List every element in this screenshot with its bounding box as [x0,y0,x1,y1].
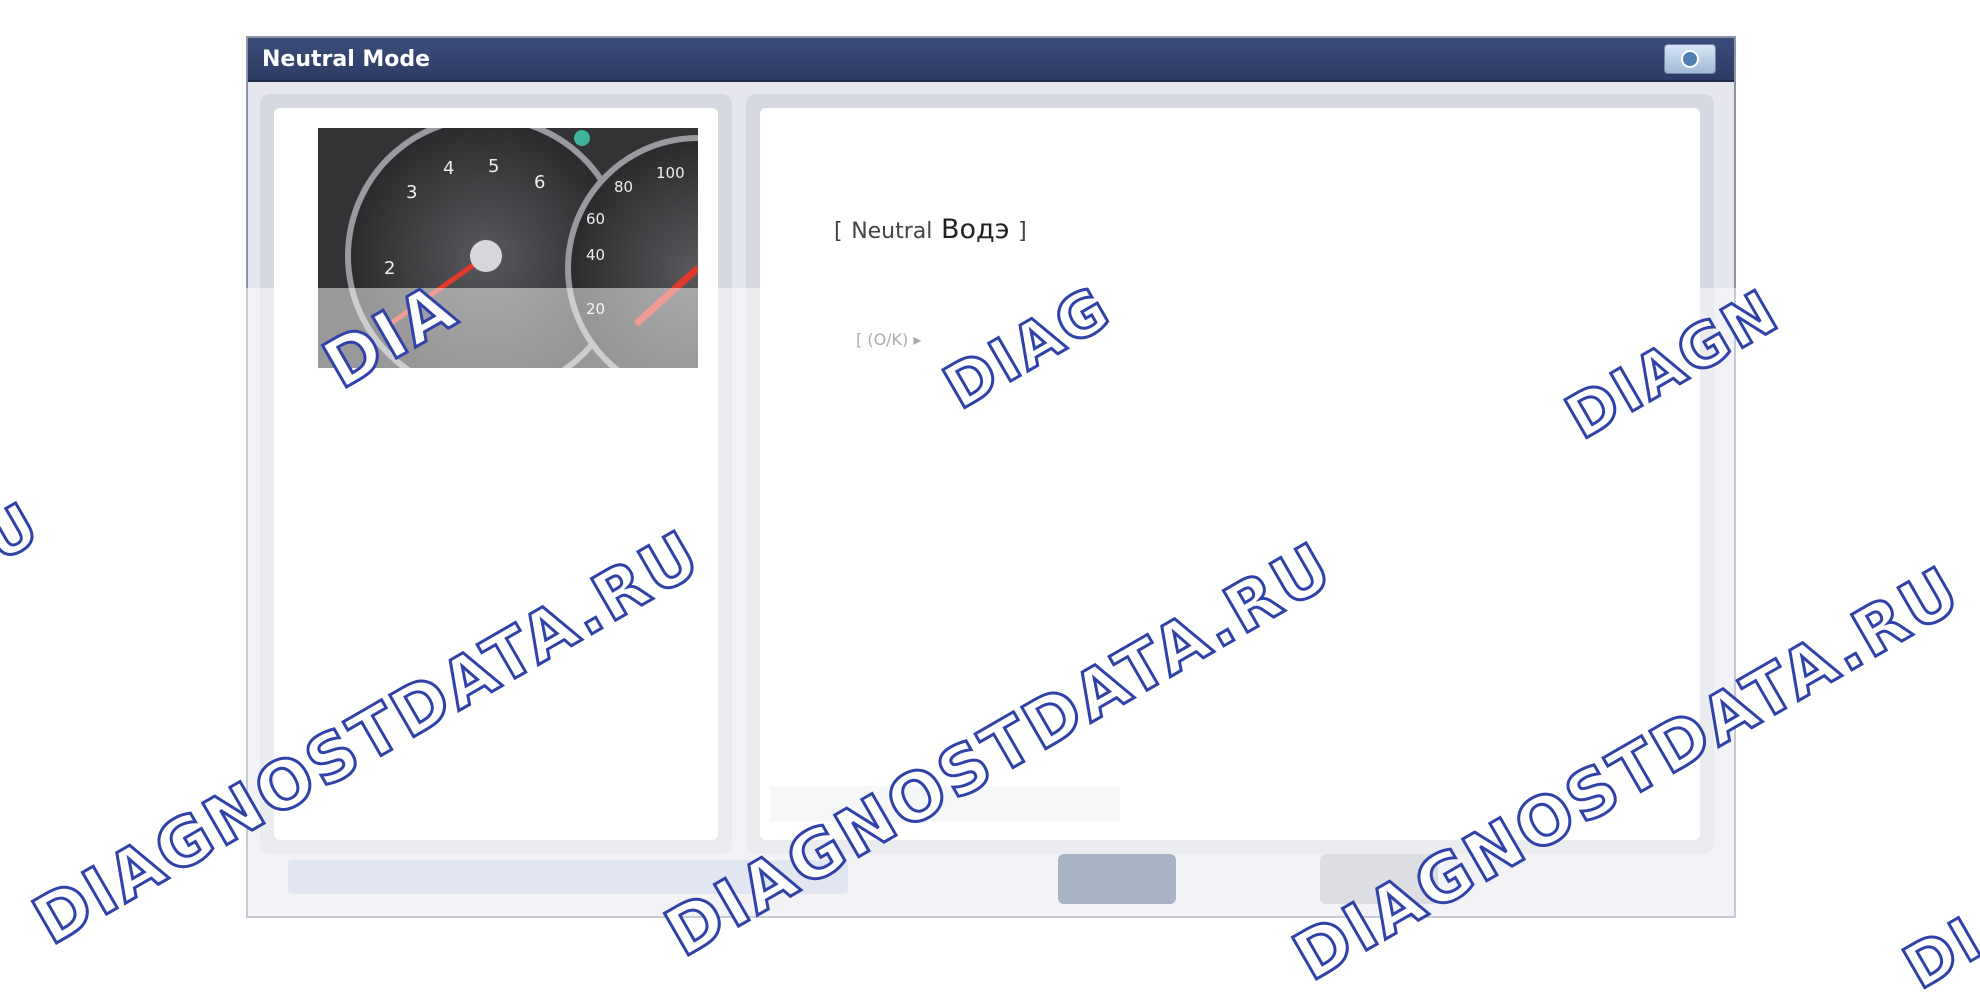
tach-label: 2 [384,258,395,279]
mode-title-en: Neutral [851,219,932,244]
camera-icon [1681,50,1699,68]
tach-label: 5 [488,156,499,177]
mode-title-ru: Водэ [941,214,1010,245]
title-bar[interactable]: Neutral Mode [248,38,1734,82]
tach-label: 6 [534,172,545,193]
bracket-close: ] [1018,219,1027,244]
tach-hub [470,240,502,272]
speed-label: 40 [586,246,605,264]
speed-label: 80 [614,178,633,196]
mode-heading: [ Neutral Водэ ] [834,214,1027,245]
indicator-lamp [574,130,590,146]
speed-label: 60 [586,210,605,228]
speed-label: 100 [656,164,685,182]
tach-label: 3 [406,182,417,203]
window-title: Neutral Mode [262,47,430,72]
tach-label: 4 [443,158,454,179]
camera-button[interactable] [1664,44,1716,74]
bracket-open: [ [834,219,843,244]
